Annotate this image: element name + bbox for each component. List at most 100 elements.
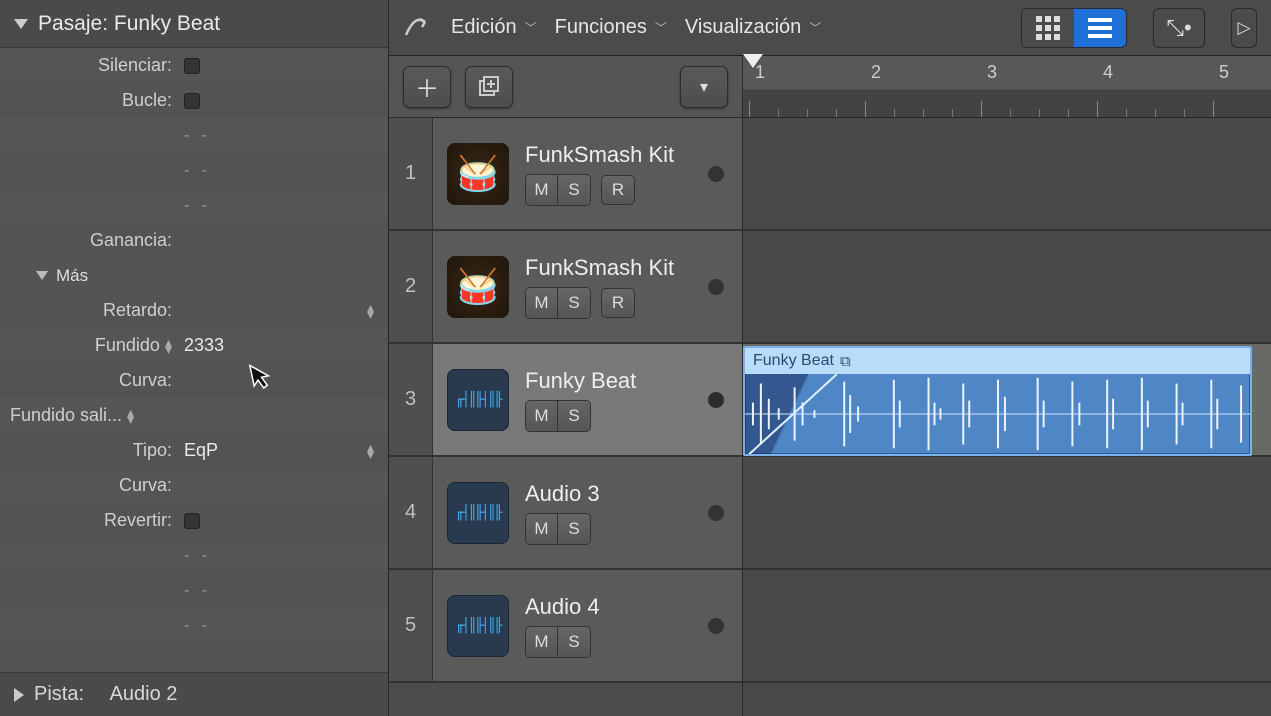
prop-bucle: Bucle:: [0, 83, 388, 118]
track-name-label[interactable]: Audio 4: [525, 594, 600, 620]
audio-track-icon: ╓┤║╟┤║╟: [447, 369, 509, 431]
automation-icon: ⤡•: [1166, 15, 1191, 41]
inspector-title: Pasaje: Funky Beat: [38, 12, 220, 36]
menu-edicion[interactable]: Edición﹀: [451, 16, 537, 39]
track-name-label[interactable]: FunkSmash Kit: [525, 142, 674, 168]
bar-ruler[interactable]: 1 2 3 4 5 /*ticks added below via bind l…: [743, 56, 1271, 117]
arrange-lane[interactable]: [743, 457, 1271, 570]
reverse-checkbox[interactable]: [184, 513, 200, 529]
view-list-button[interactable]: [1074, 9, 1126, 47]
loop-checkbox[interactable]: [184, 93, 200, 109]
prop-fundido[interactable]: Fundido 2333: [0, 328, 388, 363]
disclosure-triangle-icon[interactable]: [14, 688, 24, 702]
automation-view-button[interactable]: ⤡•: [1153, 8, 1205, 48]
mute-solo-group: MS: [525, 513, 591, 545]
duplicate-icon: [477, 75, 501, 99]
drumkit-icon: 🥁: [447, 256, 509, 318]
mute-solo-group: MS: [525, 400, 591, 432]
drumkit-icon: 🥁: [447, 143, 509, 205]
mute-button[interactable]: M: [526, 401, 558, 431]
disclosure-triangle-icon[interactable]: [36, 271, 48, 280]
track-name-label[interactable]: Funky Beat: [525, 368, 636, 394]
inspector-more-header[interactable]: Más: [0, 258, 388, 293]
fade-type-value[interactable]: EqP: [178, 440, 218, 461]
track-number: 4: [389, 457, 433, 568]
region-name-label: Funky Beat: [753, 352, 834, 370]
region-inspector-panel: Pasaje: Funky Beat Silenciar: Bucle: - -…: [0, 0, 389, 716]
solo-button[interactable]: S: [558, 514, 590, 544]
flex-view-button[interactable]: ▷: [1231, 8, 1257, 48]
local-menubar: Edición﹀ Funciones﹀ Visualización﹀ ⤡• ▷: [389, 0, 1271, 56]
input-monitor-dot-icon[interactable]: [708, 279, 724, 295]
prop-revertir: Revertir:: [0, 503, 388, 538]
prop-fundido-saliente[interactable]: Fundido sali...: [0, 398, 388, 433]
disclosure-triangle-icon[interactable]: [14, 19, 28, 29]
track-name-label[interactable]: Audio 3: [525, 481, 600, 507]
arrange-lane[interactable]: [743, 231, 1271, 344]
solo-button[interactable]: S: [558, 627, 590, 657]
mute-button[interactable]: M: [526, 175, 558, 205]
arrange-lane[interactable]: [743, 118, 1271, 231]
add-track-button[interactable]: ＋: [403, 66, 451, 108]
mute-solo-group: MS: [525, 626, 591, 658]
audio-region-funky-beat[interactable]: Funky Beat ⧉: [743, 346, 1252, 456]
track-toolbar: ＋ ▾ 1 2 3 4 5 /*ticks added below via bi…: [389, 56, 1271, 118]
mute-button[interactable]: M: [526, 514, 558, 544]
track-header-row[interactable]: 5╓┤║╟┤║╟Audio 4MS: [389, 570, 742, 683]
loop-icon: ⧉: [840, 353, 851, 370]
input-monitor-dot-icon[interactable]: [708, 618, 724, 634]
track-headers-column: 1🥁FunkSmash KitMSR2🥁FunkSmash KitMSR3╓┤║…: [389, 118, 743, 716]
prop-ganancia[interactable]: Ganancia:: [0, 223, 388, 258]
list-icon: [1088, 18, 1112, 38]
audio-track-icon: ╓┤║╟┤║╟: [447, 482, 509, 544]
catch-playhead-icon[interactable]: [403, 10, 433, 45]
arrange-lane[interactable]: [743, 570, 1271, 683]
inspector-region-header[interactable]: Pasaje: Funky Beat: [0, 0, 388, 48]
tipo-stepper-icon[interactable]: [367, 444, 374, 458]
fade-type-stepper-icon[interactable]: [165, 339, 172, 353]
tracks-area: Edición﹀ Funciones﹀ Visualización﹀ ⤡• ▷ …: [389, 0, 1271, 716]
plus-icon: ＋: [415, 69, 439, 104]
prop-curva1[interactable]: Curva:: [0, 363, 388, 398]
chevron-down-icon: ﹀: [809, 19, 821, 36]
record-enable-button[interactable]: R: [601, 175, 635, 205]
prop-retardo[interactable]: Retardo:: [0, 293, 388, 328]
solo-button[interactable]: S: [558, 401, 590, 431]
track-header-row[interactable]: 2🥁FunkSmash KitMSR: [389, 231, 742, 344]
record-enable-button[interactable]: R: [601, 288, 635, 318]
flex-icon: ▷: [1237, 18, 1250, 38]
prop-tipo[interactable]: Tipo: EqP: [0, 433, 388, 468]
menu-visualizacion[interactable]: Visualización﹀: [685, 16, 821, 39]
mute-solo-group: MS: [525, 287, 591, 319]
input-monitor-dot-icon[interactable]: [708, 166, 724, 182]
playhead-icon[interactable]: [743, 54, 763, 68]
input-monitor-dot-icon[interactable]: [708, 505, 724, 521]
track-header-row[interactable]: 1🥁FunkSmash KitMSR: [389, 118, 742, 231]
inspector-track-header[interactable]: Pista: Audio 2: [0, 672, 388, 716]
solo-button[interactable]: S: [558, 288, 590, 318]
track-header-row[interactable]: 3╓┤║╟┤║╟Funky BeatMS: [389, 344, 742, 457]
fadeout-type-stepper-icon[interactable]: [127, 409, 134, 423]
mute-button[interactable]: M: [526, 627, 558, 657]
input-monitor-dot-icon[interactable]: [708, 392, 724, 408]
bar-label: 5: [1219, 62, 1229, 83]
mute-solo-group: MS: [525, 174, 591, 206]
track-header-row[interactable]: 4╓┤║╟┤║╟ Audio 3 MS: [389, 457, 742, 570]
mute-checkbox[interactable]: [184, 58, 200, 74]
grid-icon: [1036, 16, 1060, 40]
track-name-label[interactable]: FunkSmash Kit: [525, 255, 674, 281]
track-number: 2: [389, 231, 433, 342]
view-grid-button[interactable]: [1022, 9, 1074, 47]
view-mode-toggle: [1021, 8, 1127, 48]
delay-stepper-icon[interactable]: [367, 304, 374, 318]
arrange-grid[interactable]: Funky Beat ⧉: [743, 118, 1271, 716]
solo-button[interactable]: S: [558, 175, 590, 205]
duplicate-track-button[interactable]: [465, 66, 513, 108]
chevron-down-icon: ﹀: [655, 19, 667, 36]
prop-curva2[interactable]: Curva:: [0, 468, 388, 503]
mute-button[interactable]: M: [526, 288, 558, 318]
menu-funciones[interactable]: Funciones﹀: [555, 16, 667, 39]
global-tracks-button[interactable]: ▾: [680, 66, 728, 108]
fade-in-value[interactable]: 2333: [178, 335, 224, 356]
prop-blank-5: - -: [0, 573, 388, 608]
